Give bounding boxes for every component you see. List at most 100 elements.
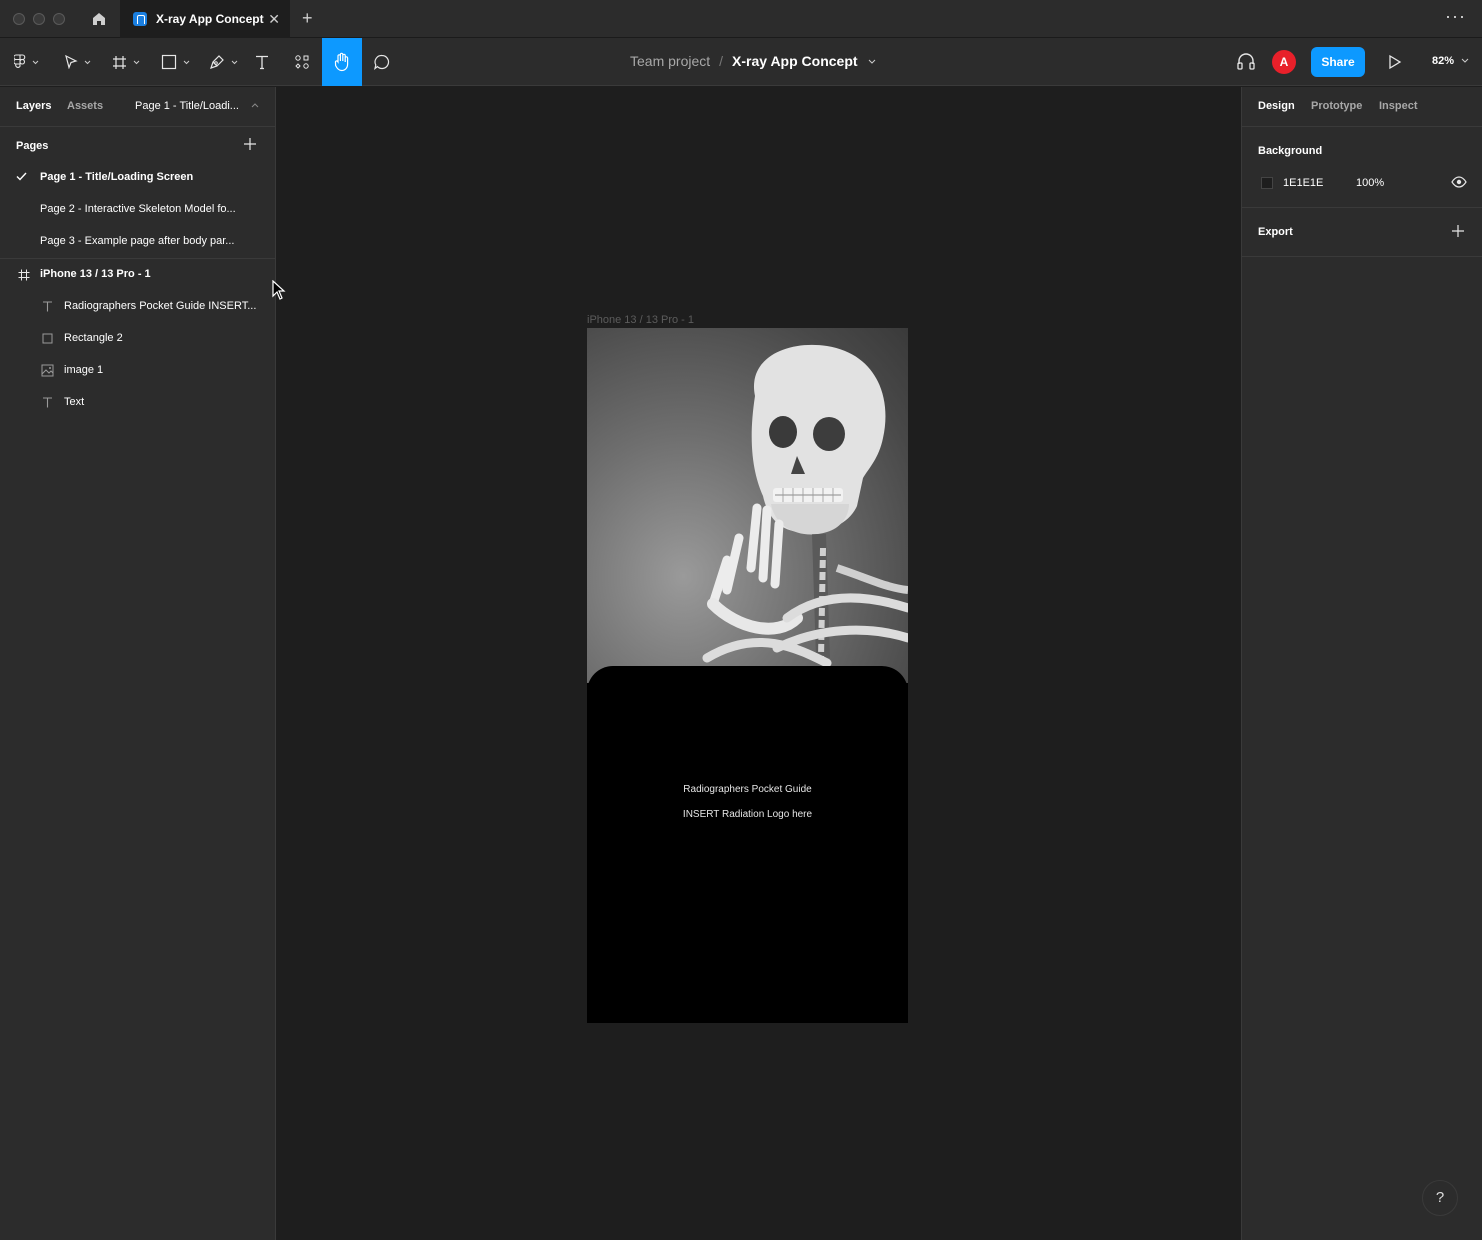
right-panel-tabs: Design Prototype Inspect	[1242, 87, 1482, 127]
background-heading: Background	[1258, 145, 1323, 157]
text-icon	[43, 301, 52, 312]
tab-inspect[interactable]: Inspect	[1379, 100, 1418, 112]
properties-panel: Design Prototype Inspect Background 1E1E…	[1241, 87, 1482, 1240]
pen-tool-button[interactable]	[202, 38, 244, 86]
hand-tool-button[interactable]	[322, 38, 362, 86]
text-tool-icon	[256, 55, 268, 70]
chevron-up-icon[interactable]	[251, 103, 259, 108]
layer-rectangle[interactable]: Rectangle 2	[0, 323, 275, 355]
iphone-frame[interactable]: Radiographers Pocket Guide INSERT Radiat…	[587, 328, 908, 1023]
design-canvas[interactable]: iPhone 13 / 13 Pro - 1 Radiographers Poc…	[277, 87, 1240, 1240]
page-item-3[interactable]: Page 3 - Example page after body par...	[0, 226, 275, 258]
skeleton-illustration	[702, 344, 908, 668]
close-tab-icon[interactable]: ✕	[268, 11, 280, 28]
text-icon	[43, 397, 52, 408]
page-label: Page 3 - Example page after body par...	[40, 235, 235, 247]
help-button[interactable]: ?	[1422, 1180, 1458, 1216]
page-selector[interactable]: Page 1 - Title/Loadi...	[135, 100, 239, 112]
page-item-2[interactable]: Page 2 - Interactive Skeleton Model fo..…	[0, 194, 275, 226]
chevron-down-icon[interactable]	[1461, 58, 1469, 63]
components-icon	[295, 55, 309, 69]
background-hex-input[interactable]: 1E1E1E	[1283, 177, 1323, 189]
tab-design[interactable]: Design	[1258, 100, 1295, 112]
left-panel-tabs: Layers Assets Page 1 - Title/Loadi...	[0, 87, 275, 127]
toolbar: Team project / X-ray App Concept A Share…	[0, 38, 1482, 86]
image-icon	[41, 364, 54, 377]
chevron-down-icon[interactable]	[868, 59, 876, 64]
present-play-icon[interactable]	[1388, 54, 1402, 73]
frame-tool-button[interactable]	[106, 38, 146, 86]
text-tool-button[interactable]	[248, 38, 276, 86]
export-heading: Export	[1258, 226, 1293, 238]
layer-label: iPhone 13 / 13 Pro - 1	[40, 268, 151, 280]
layer-label: Text	[64, 396, 85, 408]
layer-label: Rectangle 2	[64, 332, 123, 344]
layer-label: image 1	[64, 364, 104, 376]
layer-text-title[interactable]: Radiographers Pocket Guide INSERT...	[0, 291, 275, 323]
move-cursor-icon	[64, 55, 78, 69]
comment-tool-button[interactable]	[368, 38, 396, 86]
panel-divider	[1242, 207, 1482, 208]
pen-icon	[209, 55, 224, 69]
resources-tool-button[interactable]	[288, 38, 316, 86]
zoom-level[interactable]: 82%	[1432, 55, 1454, 67]
file-tab[interactable]: X-ray App Concept ✕	[120, 0, 290, 38]
hand-icon	[334, 52, 349, 72]
pages-heading: Pages	[16, 140, 49, 152]
layer-label: Radiographers Pocket Guide INSERT...	[64, 300, 257, 312]
check-icon	[16, 172, 27, 181]
tab-layers[interactable]: Layers	[16, 100, 51, 112]
frame-hash-icon	[18, 269, 30, 281]
figma-file-icon	[133, 12, 147, 26]
share-button[interactable]: Share	[1311, 47, 1365, 77]
shape-tool-button[interactable]	[154, 38, 196, 86]
maximize-window-button[interactable]	[53, 13, 65, 25]
page-item-1[interactable]: Page 1 - Title/Loading Screen	[0, 162, 275, 194]
frame-hash-icon	[113, 55, 126, 69]
page-label: Page 1 - Title/Loading Screen	[40, 171, 194, 183]
layers-panel: Layers Assets Page 1 - Title/Loadi... Pa…	[0, 87, 276, 1240]
chevron-down-icon	[84, 60, 90, 64]
logo-placeholder-text[interactable]: INSERT Radiation Logo here	[587, 809, 908, 820]
headphones-icon[interactable]	[1236, 52, 1256, 73]
skeleton-image[interactable]	[587, 328, 908, 683]
background-opacity-input[interactable]: 100%	[1356, 177, 1384, 189]
tab-assets[interactable]: Assets	[67, 100, 103, 112]
add-export-icon[interactable]	[1451, 224, 1465, 241]
eye-icon[interactable]	[1451, 176, 1467, 191]
app-title-text[interactable]: Radiographers Pocket Guide	[587, 784, 908, 795]
more-options-icon[interactable]: ···	[1445, 6, 1466, 27]
bottom-sheet-rectangle[interactable]: Radiographers Pocket Guide INSERT Radiat…	[587, 666, 908, 1023]
chevron-down-icon	[231, 60, 237, 64]
rectangle-icon	[42, 333, 53, 344]
frame-label[interactable]: iPhone 13 / 13 Pro - 1	[587, 314, 694, 326]
avatar[interactable]: A	[1272, 50, 1296, 74]
breadcrumb-separator: /	[719, 53, 724, 69]
home-icon[interactable]	[90, 10, 108, 28]
layer-image[interactable]: image 1	[0, 355, 275, 387]
close-window-button[interactable]	[13, 13, 25, 25]
figma-logo-icon	[13, 54, 25, 68]
layer-frame[interactable]: iPhone 13 / 13 Pro - 1	[0, 259, 275, 291]
main-menu-button[interactable]	[6, 38, 46, 86]
chevron-down-icon	[32, 60, 38, 64]
comment-icon	[374, 54, 390, 71]
chevron-down-icon	[133, 60, 140, 64]
title-bar: X-ray App Concept ✕ + ···	[0, 0, 1482, 38]
chevron-down-icon	[183, 60, 189, 64]
background-color-swatch[interactable]	[1261, 177, 1273, 189]
page-label: Page 2 - Interactive Skeleton Model fo..…	[40, 203, 236, 215]
new-tab-button[interactable]: +	[302, 8, 313, 29]
mouse-cursor-icon	[272, 279, 286, 303]
move-tool-button[interactable]	[56, 38, 98, 86]
layer-text[interactable]: Text	[0, 387, 275, 419]
breadcrumb: Team project / X-ray App Concept	[630, 53, 876, 69]
minimize-window-button[interactable]	[33, 13, 45, 25]
panel-divider	[1242, 256, 1482, 257]
breadcrumb-team[interactable]: Team project	[630, 53, 710, 69]
tab-title: X-ray App Concept	[156, 12, 264, 26]
breadcrumb-file-name[interactable]: X-ray App Concept	[732, 53, 858, 69]
add-page-icon[interactable]	[243, 137, 257, 154]
rectangle-tool-icon	[161, 54, 176, 70]
tab-prototype[interactable]: Prototype	[1311, 100, 1362, 112]
